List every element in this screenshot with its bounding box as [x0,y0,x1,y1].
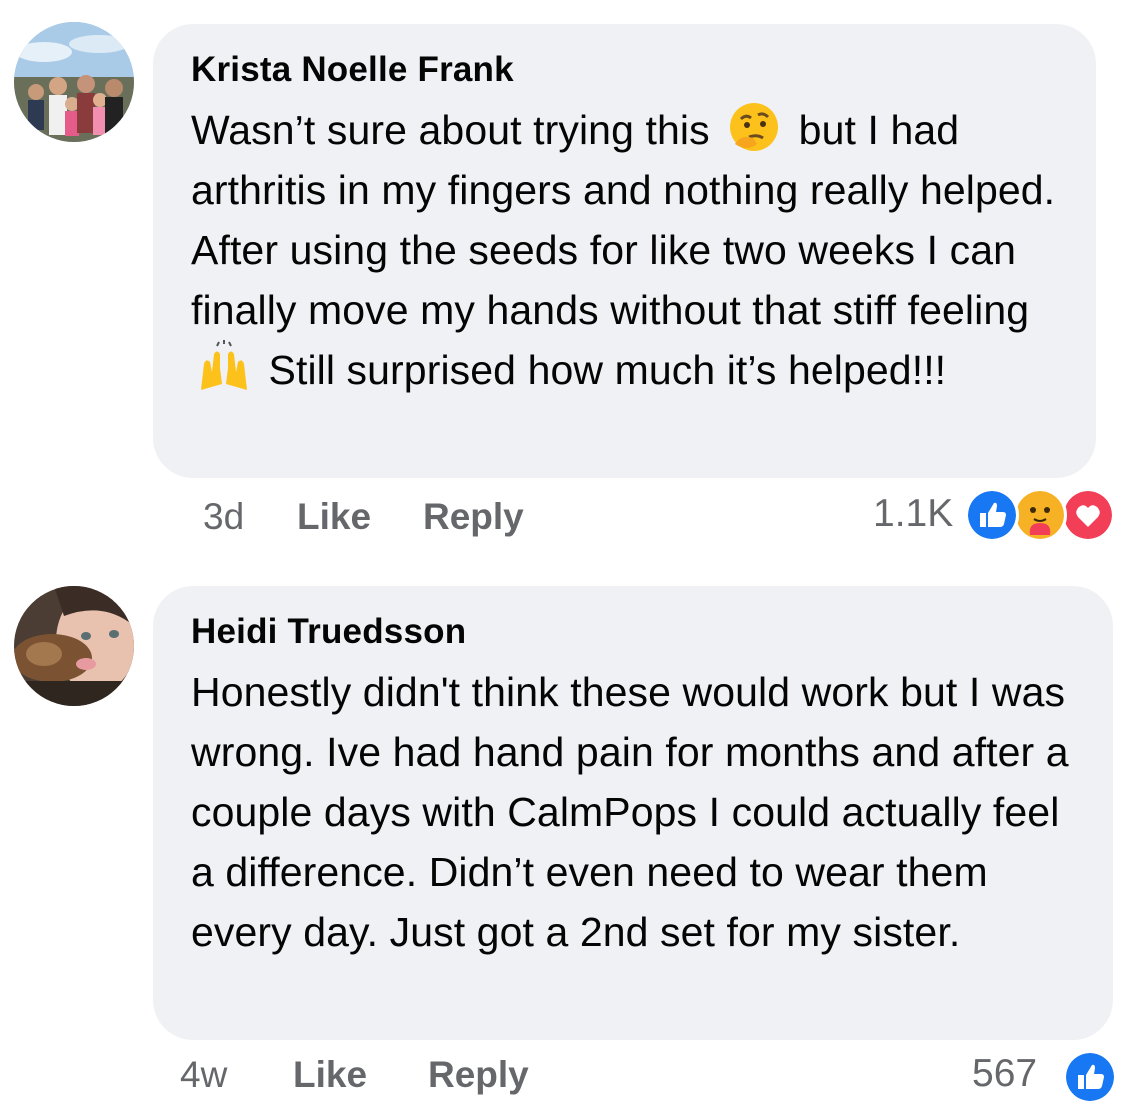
reaction-count[interactable]: 567 [972,1052,1037,1096]
raising-hands-emoji [201,340,247,390]
selfie-with-dog-avatar [14,586,134,706]
like-icon [1063,1050,1117,1104]
comment-time[interactable]: 4w [180,1054,227,1096]
comment-actions: 3d Like Reply [0,496,1126,540]
avatar[interactable] [14,586,134,706]
comment-text-part: Still surprised how much it’s helped!!! [268,347,947,393]
comment-text: Wasn’t sure about trying this but I had … [191,100,1060,400]
comment-text: Honestly didn't think these would work b… [191,669,1069,955]
love-icon [1061,488,1115,542]
like-button[interactable]: Like [297,496,371,538]
comment-author[interactable]: Krista Noelle Frank [191,50,1060,90]
family-photo-avatar [14,22,134,142]
comment-time[interactable]: 3d [203,496,244,538]
reply-button[interactable]: Reply [423,496,524,538]
comment-bubble: Krista Noelle Frank Wasn’t sure about tr… [153,24,1096,478]
comment-bubble: Heidi Truedsson Honestly didn't think th… [153,586,1113,1040]
comment-author[interactable]: Heidi Truedsson [191,612,1077,652]
reply-button[interactable]: Reply [428,1054,529,1096]
avatar[interactable] [14,22,134,142]
thinking-face-emoji [730,103,779,151]
care-icon [1013,488,1067,542]
reaction-count[interactable]: 1.1K [873,492,953,536]
like-icon [965,488,1019,542]
like-button[interactable]: Like [293,1054,367,1096]
comment-text-part: Wasn’t sure about trying this [191,107,710,153]
comment-actions: 4w Like Reply [0,1054,1126,1098]
